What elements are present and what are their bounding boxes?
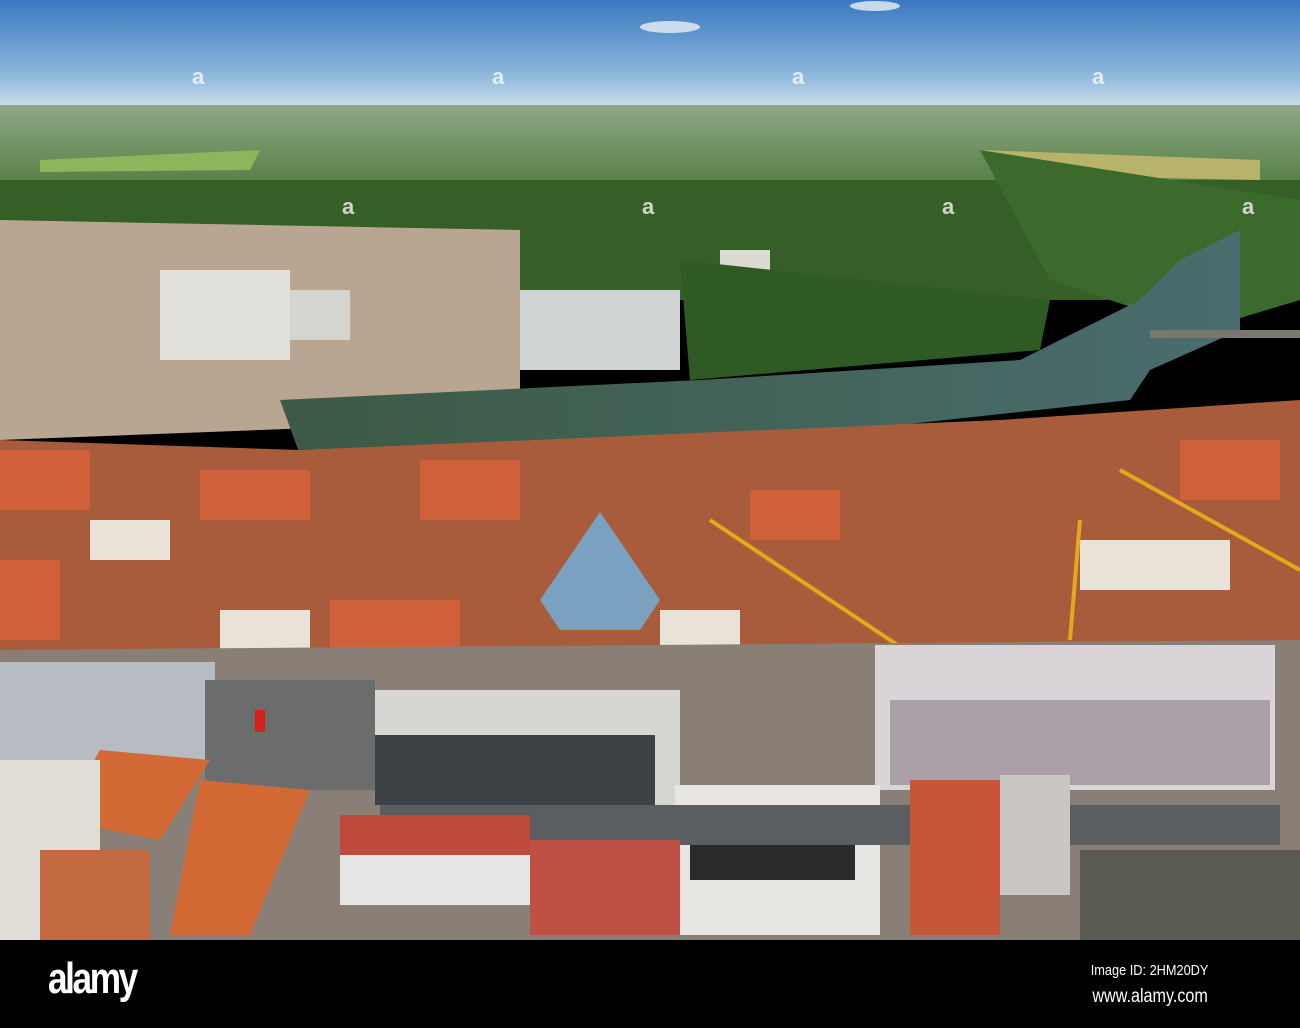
watermark-footer: alamy Image ID: 2HM20DY www.alamy.com: [0, 940, 1300, 1028]
aerial-photo: a a a a a a a a: [0, 0, 1300, 940]
svg-text:a: a: [192, 64, 205, 89]
website-link: www.alamy.com: [1092, 986, 1208, 1007]
modern-center: [0, 640, 1300, 940]
sky: [0, 0, 1300, 108]
svg-text:a: a: [492, 64, 505, 89]
svg-text:a: a: [1242, 194, 1255, 219]
svg-text:a: a: [642, 194, 655, 219]
svg-text:a: a: [342, 194, 355, 219]
svg-text:a: a: [1092, 64, 1105, 89]
image-id: Image ID: 2HM20DY: [1090, 962, 1208, 979]
alamy-logo: alamy: [48, 954, 138, 1003]
svg-text:a: a: [792, 64, 805, 89]
svg-text:a: a: [942, 194, 955, 219]
